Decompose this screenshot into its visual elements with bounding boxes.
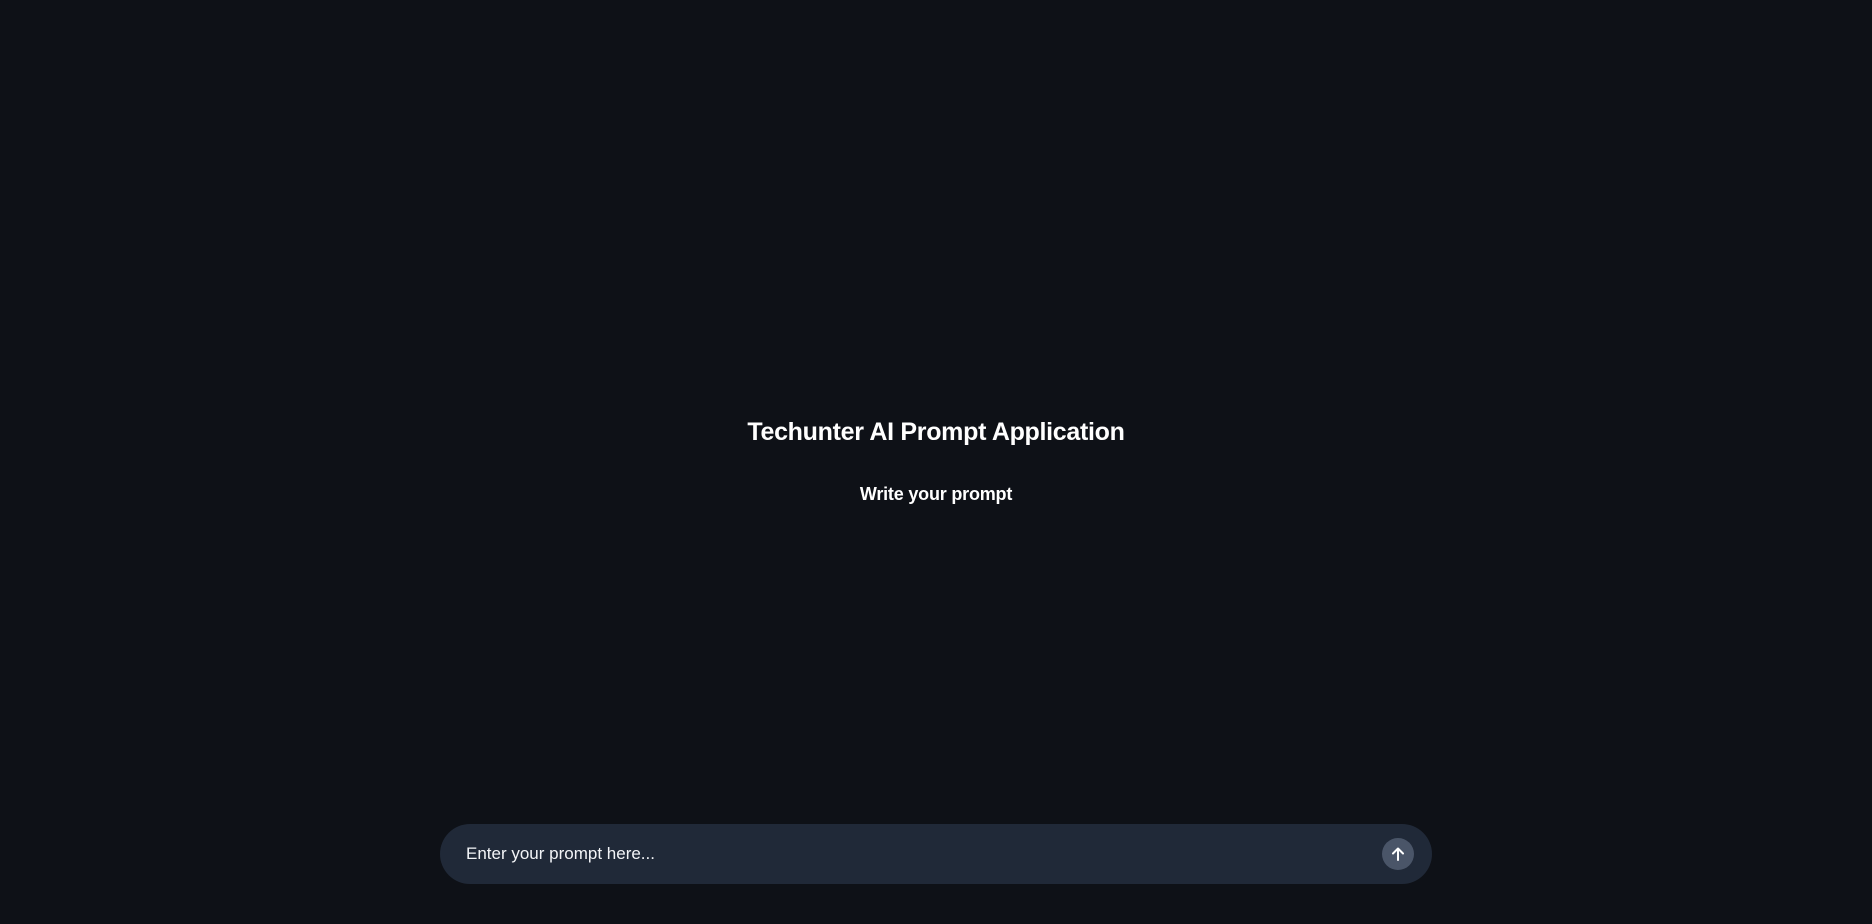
page-title: Techunter AI Prompt Application xyxy=(747,418,1125,446)
send-button[interactable] xyxy=(1382,838,1414,870)
page-subtitle: Write your prompt xyxy=(859,484,1013,504)
prompt-input[interactable] xyxy=(464,824,1364,884)
prompt-bar xyxy=(440,824,1432,884)
arrow-up-icon xyxy=(1390,846,1406,862)
app-page: Techunter AI Prompt Application Write yo… xyxy=(0,0,1872,924)
